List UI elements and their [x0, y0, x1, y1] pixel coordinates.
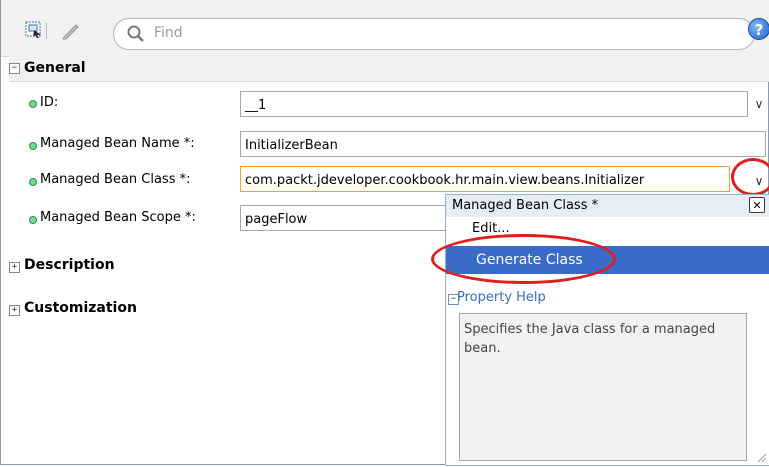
property-help-text: Specifies the Java class for a managed b…: [459, 313, 747, 461]
bean-class-field[interactable]: com.packt.jdeveloper.cookbook.hr.main.vi…: [240, 166, 730, 192]
search-input[interactable]: Find: [154, 25, 183, 41]
collapse-icon[interactable]: −: [9, 63, 20, 74]
expand-icon[interactable]: +: [9, 305, 20, 316]
search-icon: [126, 24, 146, 44]
inspector-toolbar: Find ?: [1, 0, 769, 57]
property-help-title[interactable]: Property Help: [457, 290, 546, 305]
annotation-ellipse-dropdown: [731, 158, 769, 196]
popup-header: Managed Bean Class * ✕: [446, 195, 769, 217]
toolbar-separator: [46, 23, 47, 39]
dropdown-chevron-icon[interactable]: ∨: [749, 91, 769, 117]
section-title-general: General: [24, 60, 86, 76]
property-inspector: Find ? − General ID: __1 ∨ Managed Bean …: [0, 0, 769, 466]
component-select-icon[interactable]: [25, 21, 43, 39]
bean-name-field[interactable]: InitializerBean: [240, 131, 766, 157]
resize-grip-icon[interactable]: [755, 451, 767, 463]
pencil-icon[interactable]: [61, 20, 81, 40]
section-title-customization[interactable]: Customization: [24, 300, 137, 316]
annotation-ellipse-generate: [431, 234, 616, 284]
field-label-id: ID:: [40, 95, 59, 110]
section-title-description[interactable]: Description: [24, 257, 115, 273]
id-field[interactable]: __1: [240, 91, 748, 117]
section-general-header[interactable]: − General: [9, 56, 769, 82]
bean-scope-field[interactable]: pageFlow: [240, 205, 450, 231]
field-label-bean-scope: Managed Bean Scope *:: [40, 210, 196, 225]
field-label-bean-class: Managed Bean Class *:: [40, 172, 191, 187]
popup-title: Managed Bean Class *: [452, 198, 599, 213]
field-label-bean-name: Managed Bean Name *:: [40, 136, 195, 151]
expand-icon[interactable]: +: [9, 262, 20, 273]
close-icon[interactable]: ✕: [749, 197, 765, 213]
find-field[interactable]: Find: [113, 18, 755, 50]
help-icon[interactable]: ?: [748, 18, 769, 40]
